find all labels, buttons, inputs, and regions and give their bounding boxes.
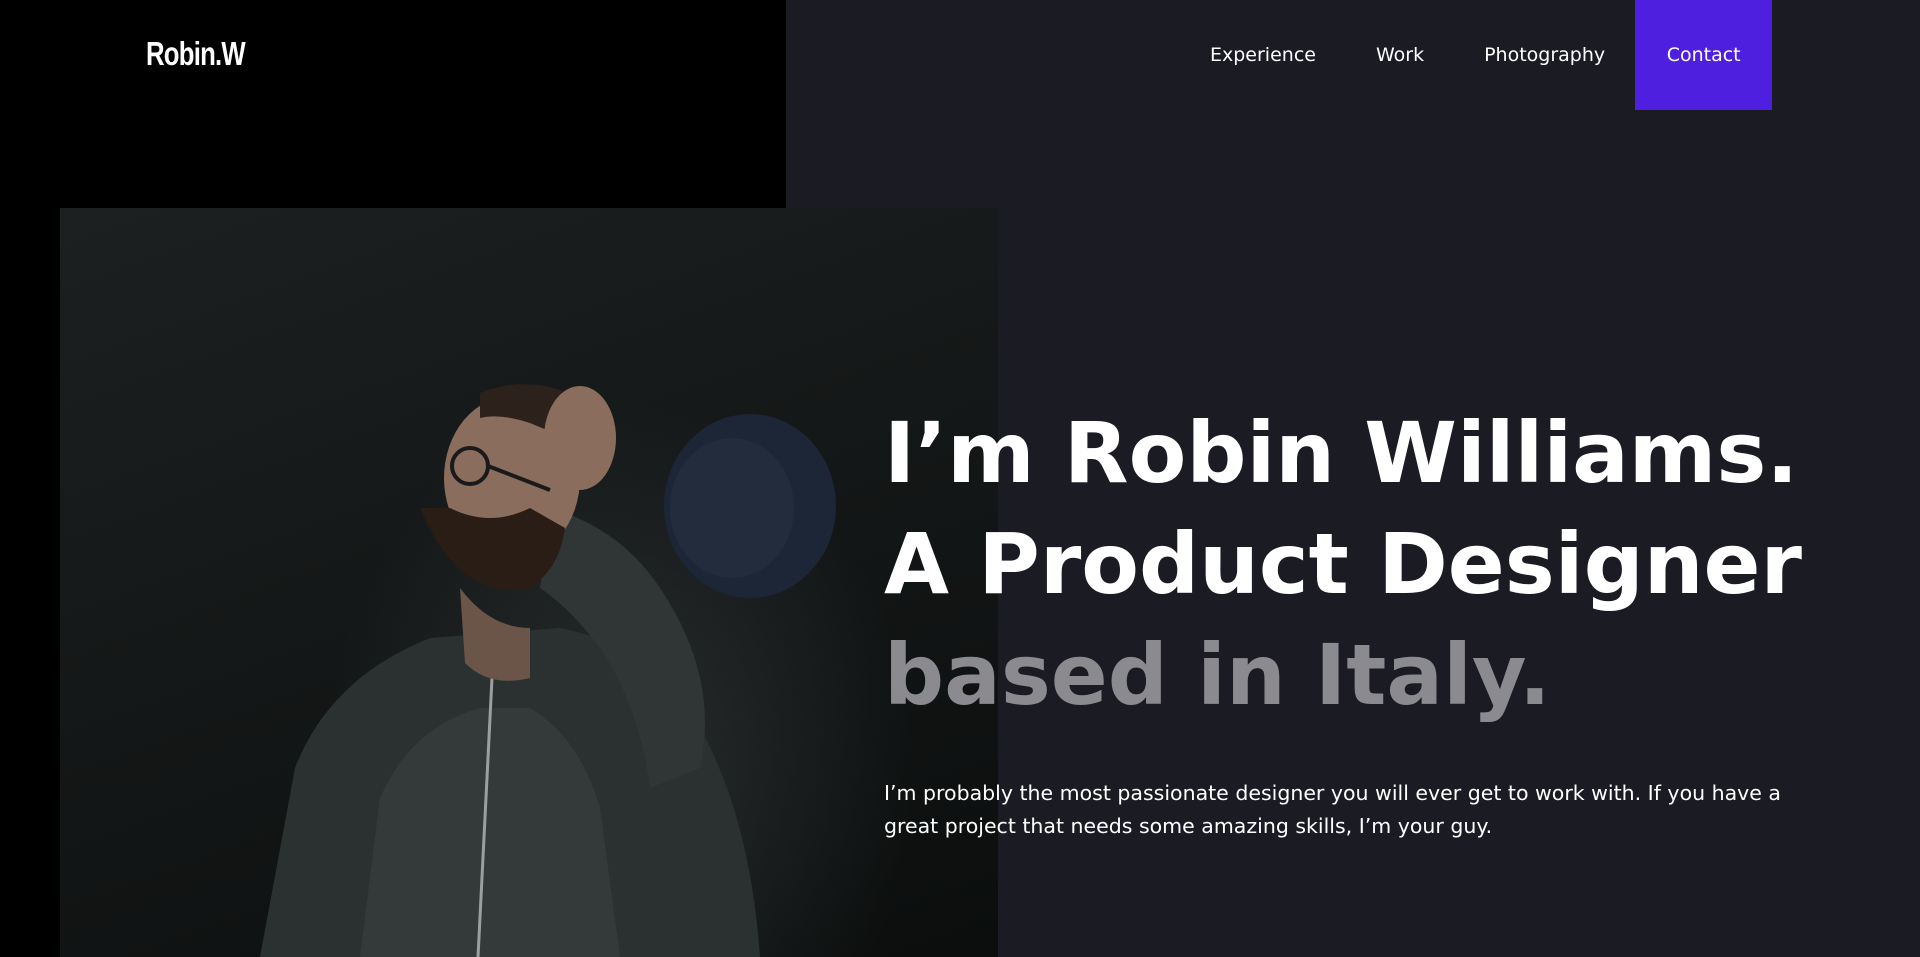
headline-line-role: A Product Designer [884, 515, 1802, 613]
contact-button[interactable]: Contact [1635, 0, 1773, 110]
hero-headline: I’m Robin Williams. A Product Designer b… [884, 398, 1802, 731]
headline-line-location: based in Italy. [884, 626, 1551, 724]
nav-work[interactable]: Work [1346, 0, 1454, 110]
nav-experience[interactable]: Experience [1180, 0, 1346, 110]
page: Robin.W Experience Work Photography Cont… [0, 0, 1920, 957]
hero-intro-text: I’m probably the most passionate designe… [884, 781, 1781, 838]
headline-line-name: I’m Robin Williams. [884, 404, 1799, 502]
site-logo[interactable]: Robin.W [146, 34, 246, 74]
main-nav: Experience Work Photography Contact [1180, 0, 1773, 110]
nav-photography[interactable]: Photography [1454, 0, 1635, 110]
person-photo-icon [260, 384, 836, 957]
hero-portrait-photo [60, 208, 998, 957]
